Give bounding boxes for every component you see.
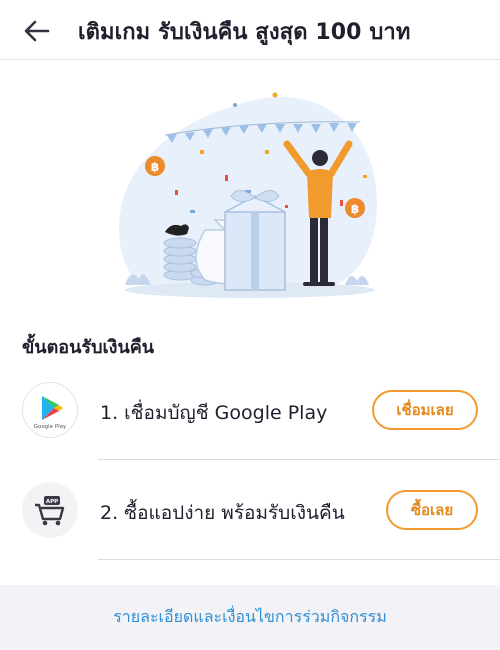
- celebration-illustration: ฿ ฿: [118, 92, 378, 298]
- buy-now-button[interactable]: ซื้อเลย: [386, 490, 478, 530]
- step-row-link-google-play: Google Play 1. เชื่อมบัญชี Google Play เ…: [0, 360, 500, 460]
- step-row-buy-app: APP 2. ซื้อแอปง่าย พร้อมรับเงินคืน ซื้อเ…: [0, 460, 500, 560]
- svg-text:Google Play: Google Play: [34, 424, 67, 430]
- back-arrow-icon: [24, 20, 50, 42]
- steps-section-title: ขั้นตอนรับเงินคืน: [22, 337, 155, 358]
- svg-text:APP: APP: [46, 499, 58, 505]
- google-play-icon: Google Play: [22, 382, 78, 438]
- divider: [98, 559, 500, 560]
- link-now-button[interactable]: เชื่อมเลย: [372, 390, 478, 430]
- step-2-text: 2. ซื้อแอปง่าย พร้อมรับเงินคืน: [100, 502, 345, 524]
- step-1-text: 1. เชื่อมบัญชี Google Play: [100, 402, 328, 424]
- terms-link[interactable]: รายละเอียดและเงื่อนไขการร่วมกิจกรรม: [113, 605, 387, 630]
- footer-bar: รายละเอียดและเงื่อนไขการร่วมกิจกรรม: [0, 585, 500, 650]
- svg-text:฿: ฿: [351, 202, 359, 216]
- page-title: เติมเกม รับเงินคืน สูงสุด 100 บาท: [78, 20, 411, 45]
- app-cart-icon: APP: [22, 482, 78, 538]
- header-bar: เติมเกม รับเงินคืน สูงสุด 100 บาท: [0, 0, 500, 60]
- back-button[interactable]: [20, 14, 54, 48]
- svg-text:฿: ฿: [151, 160, 159, 174]
